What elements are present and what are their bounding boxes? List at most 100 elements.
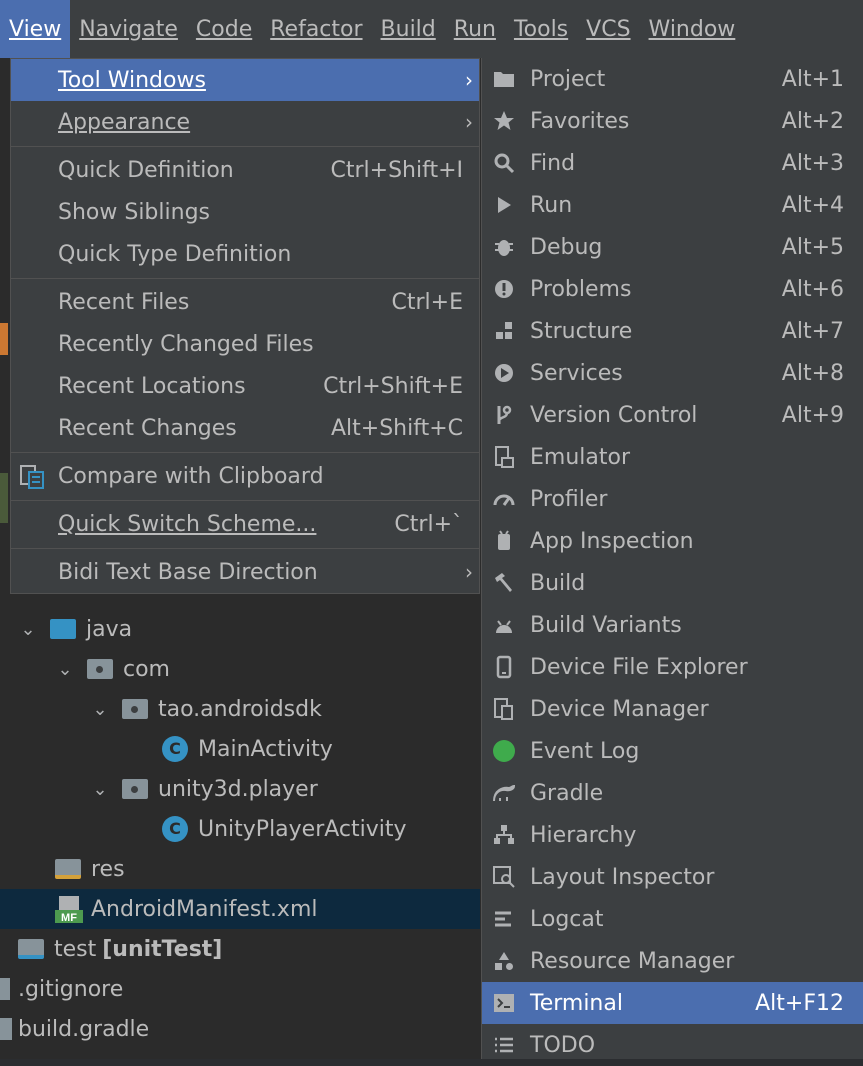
menu-tools[interactable]: Tools [505,0,577,58]
tool-window-hierarchy[interactable]: Hierarchy [482,814,863,856]
menu-item-label: Gradle [530,780,604,806]
chevron-down-icon[interactable]: ⌄ [90,779,110,800]
menu-item-shortcut: Alt+Shift+C [330,415,463,441]
menu-item-recently-changed-files[interactable]: Recently Changed Files [11,323,479,365]
tree-row-unityplayeractivity[interactable]: C UnityPlayerActivity [0,809,480,849]
menu-item-appearance[interactable]: Appearance › [11,101,479,143]
menu-item-label: Terminal [530,990,623,1016]
chevron-down-icon[interactable]: ⌄ [18,619,38,640]
tool-window-resource-manager[interactable]: Resource Manager [482,940,863,982]
chevron-down-icon[interactable]: ⌄ [55,659,75,680]
tree-label: .gitignore [18,976,124,1002]
menu-run[interactable]: Run [445,0,505,58]
tool-window-device-file-explorer[interactable]: Device File Explorer [482,646,863,688]
menu-item-label: Version Control [530,402,698,428]
tree-row-androidmanifest[interactable]: MF AndroidManifest.xml [0,889,480,929]
layout-inspector-icon [492,865,516,889]
tool-window-build[interactable]: Build [482,562,863,604]
menu-window[interactable]: Window [640,0,745,58]
tool-window-app-inspection[interactable]: App Inspection [482,520,863,562]
hammer-icon [492,571,516,595]
menu-item-label: Show Siblings [58,199,210,225]
tree-row-java[interactable]: ⌄ java [0,609,480,649]
tree-row-test[interactable]: test [unitTest] [0,929,480,969]
menu-item-shortcut: Alt+6 [781,276,844,302]
tree-row-unity3d-player[interactable]: ⌄ unity3d.player [0,769,480,809]
menu-item-quick-switch-scheme[interactable]: Quick Switch Scheme... Ctrl+` [11,503,479,545]
menu-item-label: Emulator [530,444,630,470]
tree-label: res [91,856,125,882]
menu-item-recent-changes[interactable]: Recent Changes Alt+Shift+C [11,407,479,449]
tool-window-problems[interactable]: Problems Alt+6 [482,268,863,310]
terminal-icon [492,991,516,1015]
tree-row-mainactivity[interactable]: C MainActivity [0,729,480,769]
menu-code[interactable]: Code [187,0,261,58]
tool-window-layout-inspector[interactable]: Layout Inspector [482,856,863,898]
tool-window-device-manager[interactable]: Device Manager [482,688,863,730]
branch-icon [492,403,516,427]
tool-window-services[interactable]: Services Alt+8 [482,352,863,394]
clipboard-compare-icon [19,463,47,491]
menu-item-quick-definition[interactable]: Quick Definition Ctrl+Shift+I [11,149,479,191]
tool-window-favorites[interactable]: Favorites Alt+2 [482,100,863,142]
tool-window-profiler[interactable]: Profiler [482,478,863,520]
menu-item-label: Find [530,150,576,176]
tree-row-build-gradle[interactable]: build.gradle [0,1009,480,1049]
tool-window-structure[interactable]: Structure Alt+7 [482,310,863,352]
tree-row-res[interactable]: res [0,849,480,889]
tool-window-event-log[interactable]: Event Log [482,730,863,772]
tree-row-gitignore[interactable]: .gitignore [0,969,480,1009]
menu-item-label: Layout Inspector [530,864,715,890]
menu-item-label: Build Variants [530,612,682,638]
tool-window-build-variants[interactable]: Build Variants [482,604,863,646]
chevron-down-icon[interactable]: ⌄ [90,699,110,720]
menu-item-bidi-text-base-direction[interactable]: Bidi Text Base Direction › [11,551,479,593]
emulator-icon [492,445,516,469]
manifest-file-icon: MF [55,895,83,924]
menu-item-recent-files[interactable]: Recent Files Ctrl+E [11,281,479,323]
menu-item-compare-with-clipboard[interactable]: Compare with Clipboard [11,455,479,497]
menu-item-label: Logcat [530,906,604,932]
tool-window-logcat[interactable]: Logcat [482,898,863,940]
tool-window-todo[interactable]: TODO [482,1024,863,1066]
menu-view[interactable]: View [0,0,71,58]
tree-tag: [unitTest] [102,936,223,962]
tool-window-project[interactable]: Project Alt+1 [482,58,863,100]
menu-item-label: Profiler [530,486,608,512]
menu-item-label: Event Log [530,738,640,764]
menu-item-tool-windows[interactable]: Tool Windows › [11,59,479,101]
menu-item-shortcut: Ctrl+Shift+E [323,373,463,399]
menu-item-recent-locations[interactable]: Recent Locations Ctrl+Shift+E [11,365,479,407]
menu-item-shortcut: Alt+F12 [755,990,844,1016]
tool-window-emulator[interactable]: Emulator [482,436,863,478]
folder-icon [492,67,516,91]
menu-item-show-siblings[interactable]: Show Siblings [11,191,479,233]
tool-window-debug[interactable]: Debug Alt+5 [482,226,863,268]
menu-item-shortcut: Ctrl+` [394,511,463,537]
menu-refactor[interactable]: Refactor [261,0,371,58]
tool-window-version-control[interactable]: Version Control Alt+9 [482,394,863,436]
menu-separator [11,548,479,549]
tool-window-terminal[interactable]: Terminal Alt+F12 [482,982,863,1024]
menu-build[interactable]: Build [372,0,445,58]
menu-item-quick-type-definition[interactable]: Quick Type Definition [11,233,479,275]
tool-window-gradle[interactable]: Gradle [482,772,863,814]
event-log-icon [492,739,516,763]
menu-vcs[interactable]: VCS [577,0,639,58]
menu-navigate[interactable]: Navigate [70,0,187,58]
menu-item-label: Recent Locations [58,373,246,399]
menu-separator [11,146,479,147]
tree-row-com[interactable]: ⌄ com [0,649,480,689]
menu-item-label: Device File Explorer [530,654,748,680]
menu-item-label: Quick Definition [58,157,234,183]
tool-window-run[interactable]: Run Alt+4 [482,184,863,226]
side-marker [0,473,8,523]
view-menu: Tool Windows › Appearance › Quick Defini… [10,58,480,594]
tool-window-find[interactable]: Find Alt+3 [482,142,863,184]
tree-row-tao-androidsdk[interactable]: ⌄ tao.androidsdk [0,689,480,729]
android-icon [492,613,516,637]
tree-label: java [86,616,133,642]
menu-item-label: Structure [530,318,633,344]
menu-item-label: App Inspection [530,528,694,554]
menu-item-shortcut: Alt+1 [781,66,844,92]
